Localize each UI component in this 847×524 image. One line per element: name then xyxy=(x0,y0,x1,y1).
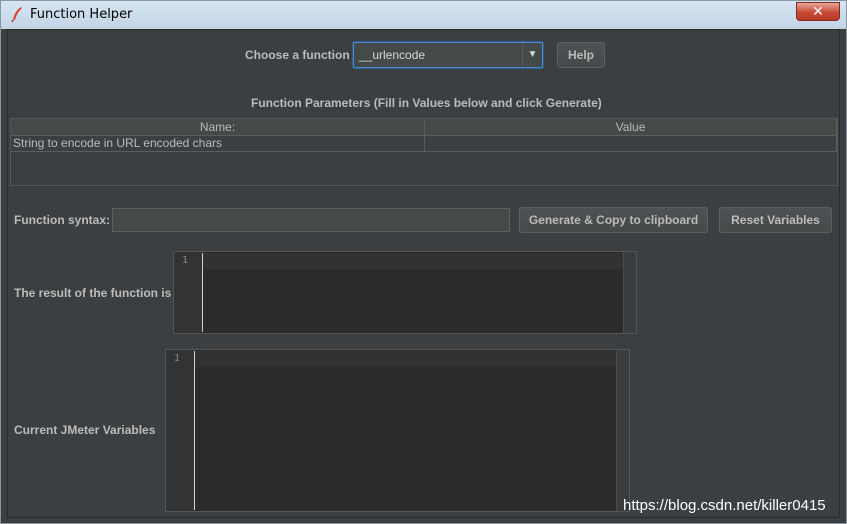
line-number: 1 xyxy=(174,353,181,364)
chevron-down-icon[interactable]: ▼ xyxy=(522,43,542,67)
reset-variables-button[interactable]: Reset Variables xyxy=(719,207,832,233)
table-cell-name[interactable]: String to encode in URL encoded chars xyxy=(11,136,425,152)
parameters-table: Name: Value String to encode in URL enco… xyxy=(10,118,838,186)
close-button[interactable]: ✕ xyxy=(796,2,840,21)
line-gutter: 1 xyxy=(166,350,194,511)
text-caret xyxy=(202,253,203,332)
result-label: The result of the function is xyxy=(14,286,172,300)
vertical-scrollbar[interactable] xyxy=(623,252,636,333)
text-caret xyxy=(194,351,195,510)
function-syntax-input[interactable] xyxy=(112,208,510,232)
feather-icon xyxy=(10,6,24,23)
table-cell-value[interactable] xyxy=(425,136,837,152)
function-select[interactable]: __urlencode ▼ xyxy=(353,42,543,68)
line-number: 1 xyxy=(182,255,189,266)
function-helper-window: Function Helper ✕ Choose a function __ur… xyxy=(0,0,847,524)
function-select-value: __urlencode xyxy=(359,48,426,62)
column-header-name[interactable]: Name: xyxy=(11,119,425,136)
main-panel: Choose a function __urlencode ▼ Help Fun… xyxy=(7,29,840,518)
line-gutter: 1 xyxy=(174,252,202,333)
current-line-highlight xyxy=(195,351,616,367)
current-line-highlight xyxy=(203,253,623,269)
generate-copy-button[interactable]: Generate & Copy to clipboard xyxy=(519,207,708,233)
window-title: Function Helper xyxy=(30,7,133,22)
source-url-watermark: https://blog.csdn.net/killer0415 xyxy=(623,497,826,514)
result-text-area[interactable]: 1 xyxy=(173,251,637,334)
vertical-scrollbar[interactable] xyxy=(616,350,629,511)
variables-text-area[interactable]: 1 xyxy=(165,349,630,512)
column-header-value[interactable]: Value xyxy=(425,119,837,136)
function-syntax-label: Function syntax: xyxy=(14,213,111,227)
close-icon: ✕ xyxy=(812,3,824,19)
function-parameters-heading: Function Parameters (Fill in Values belo… xyxy=(251,96,602,110)
jmeter-variables-label: Current JMeter Variables xyxy=(14,423,156,437)
help-button[interactable]: Help xyxy=(557,42,605,68)
title-bar[interactable]: Function Helper ✕ xyxy=(1,1,846,29)
choose-function-label: Choose a function xyxy=(245,48,350,62)
